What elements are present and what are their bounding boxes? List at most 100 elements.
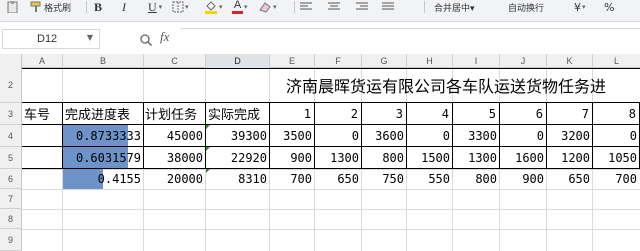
week-cell[interactable]: 550	[407, 169, 453, 189]
align-center-button[interactable]	[328, 0, 340, 14]
chevron-down-icon[interactable]: ▼	[87, 33, 93, 42]
week-cell[interactable]: 0	[500, 125, 547, 146]
column-header-h[interactable]: H	[407, 54, 453, 68]
row-header-6[interactable]: 6	[0, 169, 22, 189]
progress-cell[interactable]: 0.6031579	[63, 147, 144, 168]
distributed-align-button[interactable]	[382, 0, 394, 14]
header-cell-planned: 计划任务	[145, 108, 198, 123]
row-header-3[interactable]: 3	[0, 103, 22, 125]
toolbar-separator	[424, 1, 425, 13]
bold-button[interactable]: B	[94, 0, 102, 14]
column-header-e[interactable]: E	[270, 54, 315, 68]
week-cell[interactable]: 650	[315, 169, 362, 189]
header-cell-week: 2	[350, 106, 358, 121]
week-cell[interactable]: 800	[453, 169, 500, 189]
actual-cell[interactable]: 22920	[206, 147, 270, 168]
column-header-a[interactable]: A	[22, 54, 63, 68]
planned-cell[interactable]: 38000	[144, 147, 206, 168]
distributed-align-icon	[382, 2, 394, 10]
week-cell[interactable]: 1500	[407, 147, 453, 168]
fx-icon[interactable]: fx	[160, 29, 169, 45]
week-cell[interactable]: 900	[270, 147, 315, 168]
format-painter-button[interactable]: 格式刷	[30, 0, 71, 14]
week-cell[interactable]: 800	[362, 147, 407, 168]
header-cell-week: 3	[395, 106, 403, 121]
error-indicator-icon[interactable]	[206, 147, 210, 151]
align-left-button[interactable]	[300, 0, 312, 14]
week-cell[interactable]: 1600	[500, 147, 547, 168]
column-header-d[interactable]: D	[206, 54, 270, 68]
week-cell[interactable]: 750	[362, 169, 407, 189]
progress-cell[interactable]: 0.4155	[63, 169, 144, 189]
week-cell[interactable]: 700	[593, 169, 640, 189]
header-cell-car-number: 车号	[24, 108, 51, 123]
row-header-9[interactable]: 9	[0, 229, 22, 251]
row-header-4[interactable]: 4	[0, 125, 22, 147]
week-cell[interactable]: 0	[407, 125, 453, 146]
actual-cell[interactable]: 39300	[206, 125, 270, 146]
formula-input[interactable]	[180, 28, 640, 50]
planned-cell[interactable]: 45000	[144, 125, 206, 146]
zoom-search-icon[interactable]	[140, 31, 153, 50]
wrap-text-button[interactable]: 自动换行	[508, 0, 544, 14]
week-cell[interactable]: 0	[593, 125, 640, 146]
week-cell[interactable]: 3500	[270, 125, 315, 146]
progress-cell[interactable]: 0.873333 3	[63, 125, 144, 146]
week-cell[interactable]: 3300	[453, 125, 500, 146]
column-header-c[interactable]: C	[144, 54, 206, 68]
chevron-down-icon: ▾	[273, 3, 277, 11]
fill-color-button[interactable]: ▾	[204, 0, 223, 14]
merge-center-button[interactable]: 合并居中▾	[434, 0, 475, 14]
header-cell-week: 7	[581, 106, 589, 121]
percent-button[interactable]: %	[604, 0, 614, 14]
name-box[interactable]: D12 ▼	[2, 29, 100, 49]
column-header-l[interactable]: L	[593, 54, 640, 68]
borders-button[interactable]: ▾	[172, 0, 189, 14]
italic-button[interactable]: I	[122, 0, 126, 14]
error-indicator-icon[interactable]	[206, 125, 210, 129]
clear-button[interactable]: ▾	[258, 0, 277, 14]
column-header-g[interactable]: G	[362, 54, 407, 68]
progress-value-tail: 3	[133, 128, 141, 143]
week-cell[interactable]: 1050	[593, 147, 640, 168]
week-cell[interactable]: 3200	[547, 125, 593, 146]
planned-cell[interactable]: 20000	[144, 169, 206, 189]
column-header-j[interactable]: J	[500, 54, 547, 68]
select-all-corner[interactable]	[0, 54, 22, 68]
chevron-down-icon: ▾	[219, 3, 223, 11]
chevron-down-icon: ▾	[244, 3, 248, 11]
week-cell[interactable]: 1200	[547, 147, 593, 168]
error-indicator-icon[interactable]	[206, 169, 210, 173]
gridline	[22, 229, 640, 230]
underline-button[interactable]: U ▾	[148, 0, 162, 14]
align-right-button[interactable]	[356, 0, 368, 14]
toolbar-separator	[294, 1, 295, 13]
actual-cell[interactable]: 8310	[206, 169, 270, 189]
row-header-7[interactable]: 7	[0, 189, 22, 209]
chevron-down-icon: ▾	[158, 3, 163, 11]
column-header-row: A B C D E F G H I J K L	[0, 54, 640, 68]
week-cell[interactable]: 1300	[453, 147, 500, 168]
week-cell[interactable]: 900	[500, 169, 547, 189]
column-header-k[interactable]: K	[547, 54, 593, 68]
eraser-icon	[259, 2, 271, 13]
week-cell[interactable]: 700	[270, 169, 315, 189]
chevron-down-icon: ▾	[185, 3, 189, 11]
header-cell-week: 4	[441, 106, 449, 121]
column-header-f[interactable]: F	[315, 54, 362, 68]
row-header-8[interactable]: 8	[0, 209, 22, 229]
week-cell[interactable]: 0	[315, 125, 362, 146]
week-cell[interactable]: 1300	[315, 147, 362, 168]
wrap-text-label: 自动换行	[508, 3, 545, 14]
sheet-title: 济南晨晖货运有限公司各车队运送货物任务进	[286, 77, 607, 96]
column-header-i[interactable]: I	[453, 54, 500, 68]
font-color-button[interactable]: A ▾	[232, 0, 248, 14]
week-cell[interactable]: 650	[547, 169, 593, 189]
worksheet-grid[interactable]: 济南晨晖货运有限公司各车队运送货物任务进 车号 完成进度表 计划任务 实际完成 …	[22, 68, 640, 251]
column-header-b[interactable]: B	[63, 54, 144, 68]
week-cell[interactable]: 3600	[362, 125, 407, 146]
row-header-5[interactable]: 5	[0, 147, 22, 169]
row-header-2[interactable]: 2	[0, 68, 22, 103]
currency-button[interactable]: ¥ ▾	[574, 0, 586, 14]
paste-icon[interactable]	[6, 0, 20, 14]
